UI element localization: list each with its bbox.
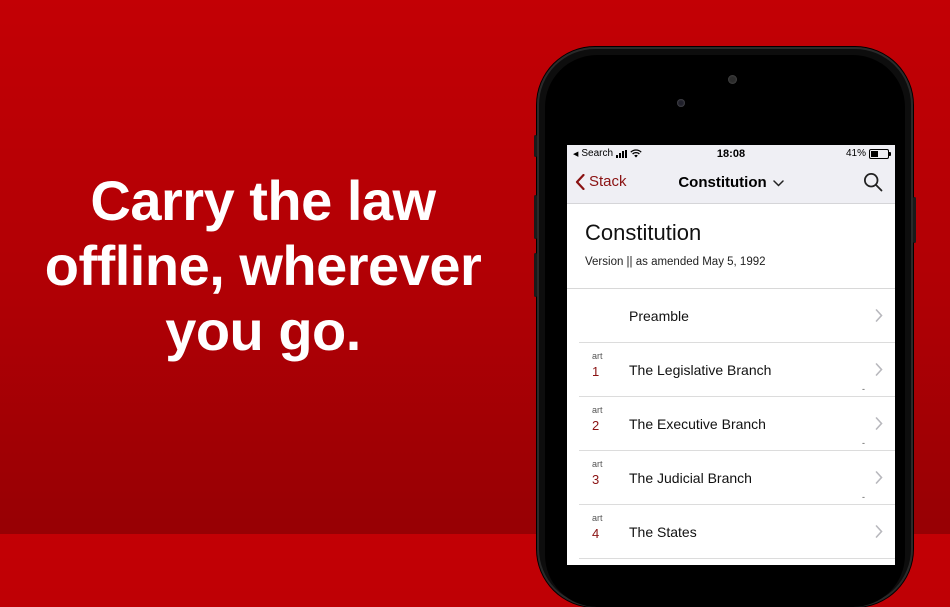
list-item[interactable]: art 4 The States bbox=[567, 505, 895, 559]
headline: Carry the law offline, wherever you go. bbox=[0, 168, 526, 363]
chevron-right-icon bbox=[875, 363, 883, 376]
list-item[interactable]: art 2 The Executive Branch - bbox=[567, 397, 895, 451]
document-title: Constitution bbox=[585, 220, 702, 245]
phone-frame: ◀ Search 18:08 41% Stack Constitution Co… bbox=[534, 47, 916, 607]
status-right: 41% bbox=[845, 148, 891, 159]
chevron-right-icon bbox=[875, 417, 883, 430]
item-kind: art bbox=[592, 351, 603, 361]
nav-title: Constitution bbox=[678, 174, 767, 191]
list-item[interactable]: art 1 The Legislative Branch - bbox=[567, 343, 895, 397]
nav-title-menu[interactable]: Constitution bbox=[567, 174, 895, 191]
volume-up-button bbox=[534, 195, 537, 239]
headline-line-2: offline, wherever bbox=[44, 234, 482, 297]
app-screen: ◀ Search 18:08 41% Stack Constitution Co… bbox=[567, 145, 895, 565]
row-divider bbox=[579, 558, 895, 559]
item-label: Preamble bbox=[629, 308, 689, 324]
item-kind: art bbox=[592, 459, 603, 469]
item-number: 3 bbox=[592, 472, 600, 487]
item-label: The Legislative Branch bbox=[629, 362, 772, 378]
item-kind: art bbox=[592, 405, 603, 415]
item-number: 1 bbox=[592, 364, 600, 379]
phone-side-button bbox=[534, 135, 537, 157]
headline-line-1: Carry the law bbox=[90, 169, 436, 232]
item-label: The Executive Branch bbox=[629, 416, 766, 432]
document-header: Constitution Version || as amended May 5… bbox=[567, 204, 895, 289]
document-version: Version || as amended May 5, 1992 bbox=[585, 256, 766, 268]
item-kind: art bbox=[592, 513, 603, 523]
headline-line-3: you go. bbox=[165, 299, 361, 362]
speaker-icon bbox=[728, 75, 737, 84]
search-button[interactable] bbox=[863, 172, 883, 197]
camera-icon bbox=[677, 99, 685, 107]
power-button bbox=[913, 197, 916, 243]
list-item[interactable]: Preamble bbox=[567, 289, 895, 343]
search-icon bbox=[863, 172, 883, 192]
item-dash: - bbox=[862, 492, 865, 502]
nav-bar: Stack Constitution bbox=[567, 163, 895, 204]
chevron-right-icon bbox=[875, 525, 883, 538]
item-label: The Judicial Branch bbox=[629, 470, 752, 486]
battery-fill bbox=[871, 150, 878, 157]
item-dash: - bbox=[862, 438, 865, 448]
status-bar: ◀ Search 18:08 41% bbox=[567, 145, 895, 163]
chevron-right-icon bbox=[875, 309, 883, 322]
battery-icon bbox=[869, 148, 891, 159]
volume-down-button bbox=[534, 253, 537, 297]
chevron-right-icon bbox=[875, 471, 883, 484]
list-item[interactable]: art 3 The Judicial Branch - bbox=[567, 451, 895, 505]
chevron-down-icon bbox=[772, 180, 784, 187]
item-dash: - bbox=[862, 384, 865, 394]
section-list: Preamble art 1 The Legislative Branch - … bbox=[567, 289, 895, 559]
battery-percent: 41% bbox=[845, 148, 866, 159]
phone-bezel: ◀ Search 18:08 41% Stack Constitution Co… bbox=[545, 55, 905, 607]
item-label: The States bbox=[629, 524, 697, 540]
item-number: 2 bbox=[592, 418, 600, 433]
